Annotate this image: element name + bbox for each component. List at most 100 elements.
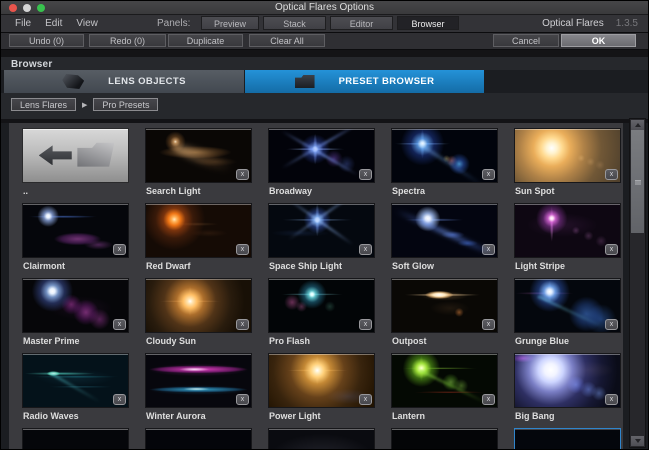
thumbnail-x-badge[interactable]: x [359,244,372,255]
thumbnail-x-badge[interactable]: x [482,319,495,330]
preset-thumbnail[interactable]: x [23,279,128,332]
thumbnail-x-badge[interactable]: x [236,244,249,255]
preset-item[interactable]: x Broadway [269,129,374,204]
preset-label: Master Prime [23,336,80,346]
browser-panel: Browser LENS OBJECTS PRESET BROWSER Lens… [1,57,648,449]
preset-item[interactable]: x Cloudy Sun [146,279,251,354]
thumbnail-x-badge[interactable]: x [482,244,495,255]
thumbnail-x-badge[interactable]: x [113,394,126,405]
breadcrumb-pro-presets[interactable]: Pro Presets [93,98,159,111]
menu-file[interactable]: File [15,18,31,29]
preset-thumbnail[interactable]: x [146,354,251,407]
preset-item[interactable] [515,429,620,449]
preset-item[interactable] [23,429,128,449]
scrollbar-thumb[interactable] [631,130,644,233]
menu-view[interactable]: View [76,18,98,29]
preset-thumbnail[interactable]: x [515,279,620,332]
preset-item[interactable]: x Spectra [392,129,497,204]
cancel-button[interactable]: Cancel [493,34,559,47]
preset-item[interactable]: x Power Light [269,354,374,429]
thumbnail-x-badge[interactable]: x [359,169,372,180]
thumbnail-x-badge[interactable]: x [236,394,249,405]
preset-item[interactable]: x Lantern [392,354,497,429]
clear-all-button[interactable]: Clear All [249,34,325,47]
preset-item[interactable]: x Grunge Blue [515,279,620,354]
preset-item[interactable]: x Pro Flash [269,279,374,354]
thumbnail-x-badge[interactable]: x [482,394,495,405]
panel-preview-button[interactable]: Preview [201,16,259,30]
preset-item[interactable]: x Big Bang [515,354,620,429]
preset-thumbnail[interactable]: x [269,354,374,407]
thumbnail-x-badge[interactable]: x [113,244,126,255]
preset-thumbnail[interactable]: x [23,354,128,407]
panel-stack-button[interactable]: Stack [263,16,326,30]
preset-thumbnail[interactable] [146,429,251,449]
thumbnail-x-badge[interactable]: x [482,169,495,180]
vertical-scrollbar[interactable] [629,118,646,448]
preset-thumbnail[interactable]: x [515,354,620,407]
preset-thumbnail[interactable] [515,429,620,449]
preset-item[interactable] [269,429,374,449]
preset-thumbnail[interactable]: x [23,204,128,257]
thumbnail-x-badge[interactable]: x [359,394,372,405]
preset-item[interactable]: x Winter Aurora [146,354,251,429]
preset-label: Space Ship Light [269,261,343,271]
panels-label: Panels: [157,18,191,29]
thumbnail-x-badge[interactable]: x [605,319,618,330]
preset-item[interactable]: x Sun Spot [515,129,620,204]
thumbnail-x-badge[interactable]: x [236,319,249,330]
preset-up-item[interactable]: .. [23,129,128,204]
thumbnail-x-badge[interactable]: x [236,169,249,180]
breadcrumb-arrow-icon: ▶ [82,101,88,109]
preset-thumbnail[interactable]: x [515,204,620,257]
preset-thumbnail[interactable]: x [392,279,497,332]
preset-item[interactable]: x Search Light [146,129,251,204]
preset-thumbnail[interactable] [269,429,374,449]
redo-button[interactable]: Redo (0) [89,34,166,47]
preset-thumbnail[interactable]: x [146,204,251,257]
preset-thumbnail[interactable] [23,429,128,449]
version-label: 1.3.5 [615,18,638,29]
thumbnail-x-badge[interactable]: x [605,394,618,405]
folder-icon [77,142,115,167]
ok-button[interactable]: OK [561,34,636,47]
preset-label: Lantern [392,411,426,421]
thumbnail-x-badge[interactable]: x [605,169,618,180]
preset-thumbnail[interactable]: x [515,129,620,182]
preset-thumbnail[interactable] [392,429,497,449]
preset-item[interactable]: x Red Dwarf [146,204,251,279]
preset-thumbnail[interactable]: x [146,279,251,332]
thumbnail-x-badge[interactable]: x [605,244,618,255]
preset-thumbnail[interactable]: x [269,279,374,332]
preset-thumbnail[interactable]: x [392,204,497,257]
preset-item[interactable]: x Light Stripe [515,204,620,279]
panel-buttons: Preview Stack Editor Browser [201,16,459,30]
preset-item[interactable]: x Radio Waves [23,354,128,429]
preset-item[interactable] [146,429,251,449]
thumbnail-x-badge[interactable]: x [359,319,372,330]
scrollbar-down-button[interactable] [631,436,644,446]
preset-thumbnail[interactable]: x [146,129,251,182]
tab-lens-objects-label: LENS OBJECTS [108,76,186,87]
tab-preset-browser[interactable]: PRESET BROWSER [245,70,484,93]
preset-item[interactable]: x Outpost [392,279,497,354]
duplicate-button[interactable]: Duplicate [168,34,243,47]
preset-item[interactable]: x Master Prime [23,279,128,354]
preset-thumbnail[interactable]: x [392,354,497,407]
undo-button[interactable]: Undo (0) [9,34,84,47]
preset-item[interactable]: x Soft Glow [392,204,497,279]
preset-thumbnail[interactable]: x [269,204,374,257]
preset-thumbnail[interactable]: x [269,129,374,182]
scrollbar-up-button[interactable] [631,120,644,130]
preset-item[interactable]: x Clairmont [23,204,128,279]
panel-editor-button[interactable]: Editor [330,16,393,30]
preset-item[interactable] [392,429,497,449]
breadcrumb-lens-flares[interactable]: Lens Flares [11,98,77,111]
preset-item[interactable]: x Space Ship Light [269,204,374,279]
go-up-thumbnail[interactable] [23,129,128,182]
menu-edit[interactable]: Edit [45,18,62,29]
panel-browser-button[interactable]: Browser [397,16,459,30]
tab-lens-objects[interactable]: LENS OBJECTS [4,70,244,93]
preset-thumbnail[interactable]: x [392,129,497,182]
thumbnail-x-badge[interactable]: x [113,319,126,330]
